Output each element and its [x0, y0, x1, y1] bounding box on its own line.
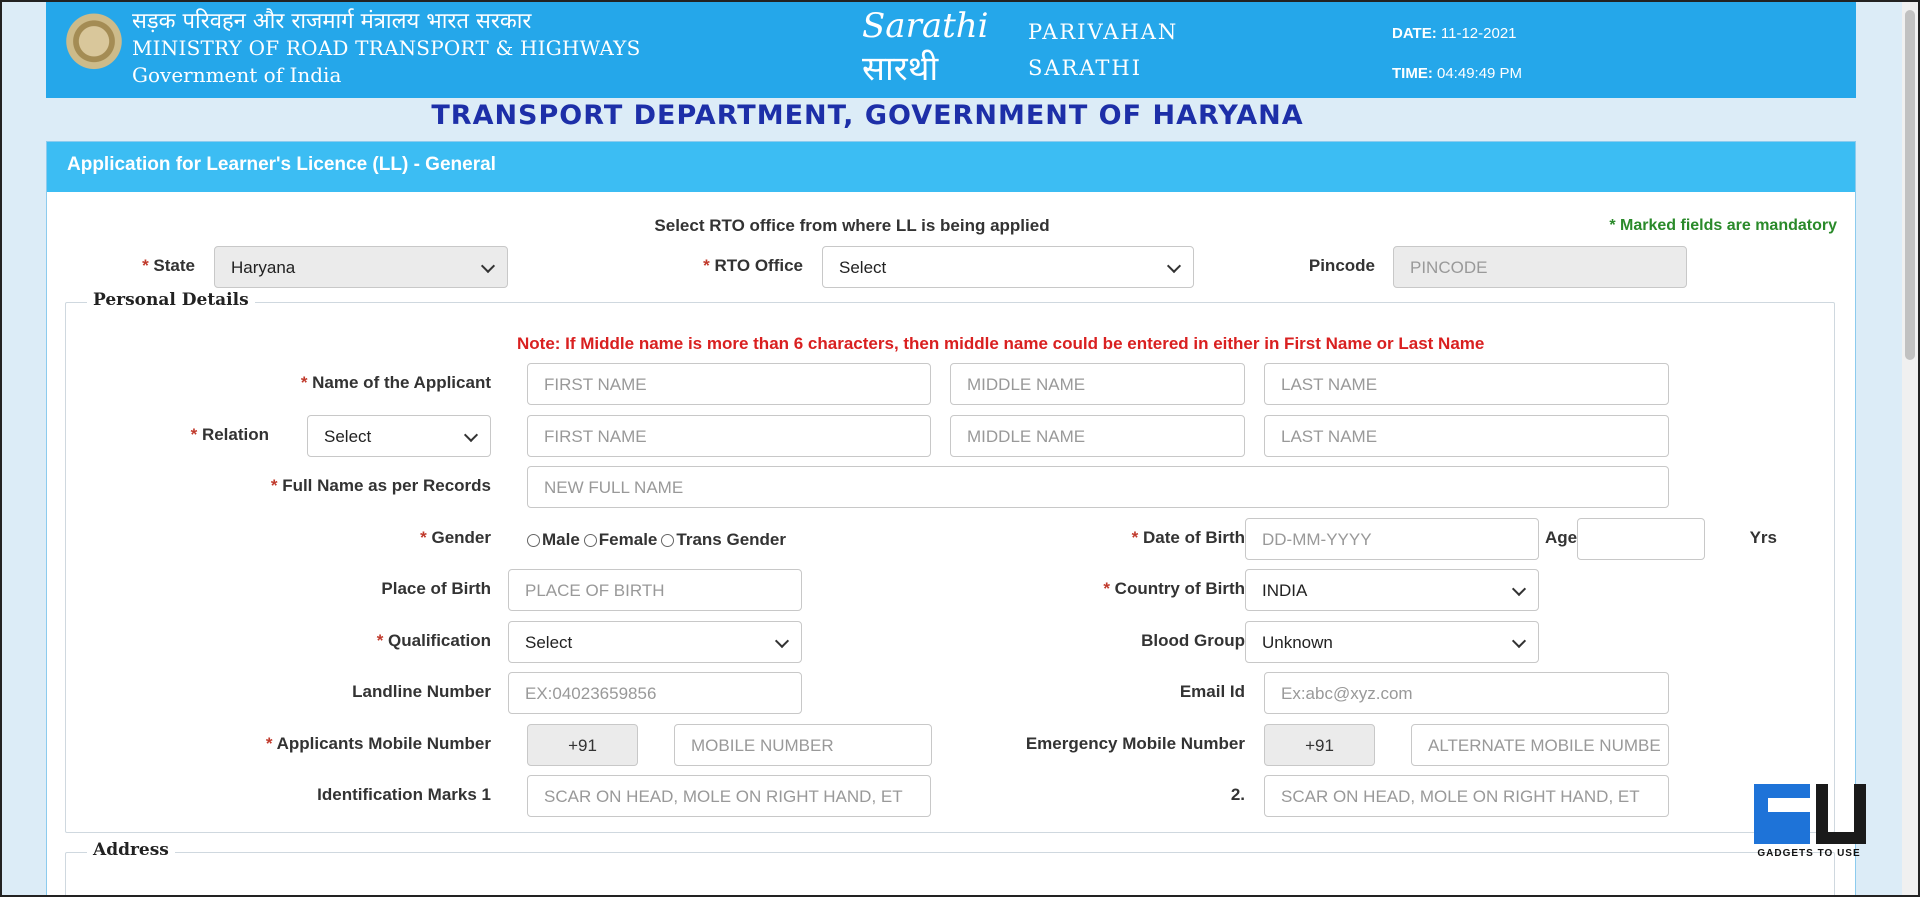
watermark-u-icon — [1816, 784, 1866, 844]
applicant-last-name[interactable]: LAST NAME — [1264, 363, 1669, 405]
applicant-middle-name[interactable]: MIDDLE NAME — [950, 363, 1245, 405]
place-of-birth-input[interactable]: PLACE OF BIRTH — [508, 569, 802, 611]
emergency-mobile-label: Emergency Mobile Number — [1025, 734, 1245, 753]
mobile-country-code: +91 — [527, 724, 638, 766]
dob-label: * Date of Birth — [1131, 528, 1245, 547]
relation-middle-name[interactable]: MIDDLE NAME — [950, 415, 1245, 457]
email-input[interactable]: Ex:abc@xyz.com — [1264, 672, 1669, 714]
qualification-select[interactable]: Select — [508, 621, 802, 663]
relation-last-name[interactable]: LAST NAME — [1264, 415, 1669, 457]
pincode-label: Pincode — [1308, 256, 1375, 275]
gadgets-to-use-watermark: GADGETS TO USE — [1750, 784, 1868, 864]
relation-first-name[interactable]: FIRST NAME — [527, 415, 931, 457]
site-header: सड़क परिवहन और राजमार्ग मंत्रालय भारत सर… — [46, 2, 1856, 98]
emergency-country-code: +91 — [1264, 724, 1375, 766]
sarathi-logo: Sarathi सारथी — [862, 6, 1022, 89]
relation-select[interactable]: Select — [307, 415, 491, 457]
age-input[interactable] — [1577, 518, 1705, 560]
applicant-first-name[interactable]: FIRST NAME — [527, 363, 931, 405]
blood-group-select[interactable]: Unknown — [1245, 621, 1539, 663]
radio-button-icon[interactable] — [661, 533, 675, 547]
date-value: 11-12-2021 — [1440, 25, 1517, 42]
sarathi-logo-english: Sarathi — [862, 6, 989, 46]
rto-office-select[interactable]: Select — [822, 246, 1194, 288]
state-label: * State — [142, 256, 195, 275]
landline-input[interactable]: EX:04023659856 — [508, 672, 802, 714]
application-panel: Application for Learner's Licence (LL) -… — [46, 141, 1856, 897]
identification-marks-2-label: 2. — [1230, 785, 1245, 804]
radio-button-icon[interactable] — [583, 533, 597, 547]
full-name-input[interactable]: NEW FULL NAME — [527, 466, 1669, 508]
country-of-birth-select[interactable]: INDIA — [1245, 569, 1539, 611]
gender-option-female[interactable]: Female — [583, 530, 657, 550]
emergency-mobile-input[interactable]: ALTERNATE MOBILE NUMBE — [1411, 724, 1669, 766]
page-scrollbar[interactable] — [1902, 2, 1918, 895]
ministry-block: सड़क परिवहन और राजमार्ग मंत्रालय भारत सर… — [132, 8, 640, 89]
panel-title: Application for Learner's Licence (LL) -… — [47, 142, 1855, 192]
gender-option-male[interactable]: Male — [527, 530, 580, 550]
brand-text: PARIVAHAN SARATHI — [1028, 14, 1178, 86]
personal-details-legend: Personal Details — [87, 290, 255, 310]
brand-line-2: SARATHI — [1028, 56, 1142, 80]
mobile-number-input[interactable]: MOBILE NUMBER — [674, 724, 932, 766]
age-label: Age — [1545, 528, 1578, 547]
address-fieldset — [65, 852, 1835, 897]
rto-office-label: * RTO Office — [703, 256, 803, 275]
date-label: DATE: — [1392, 25, 1437, 42]
brand-line-1: PARIVAHAN — [1028, 20, 1179, 44]
time-value: 04:49:49 PM — [1437, 65, 1523, 82]
identification-marks-1-input[interactable]: SCAR ON HEAD, MOLE ON RIGHT HAND, ET — [527, 775, 931, 817]
pincode-input[interactable]: PINCODE — [1393, 246, 1687, 288]
place-of-birth-label: Place of Birth — [381, 579, 491, 598]
national-emblem-icon — [64, 6, 124, 90]
radio-button-icon[interactable] — [527, 533, 540, 547]
dob-input[interactable]: DD-MM-YYYY — [1245, 518, 1539, 560]
scrollbar-thumb[interactable] — [1905, 10, 1915, 360]
address-legend: Address — [87, 840, 175, 860]
mobile-label: * Applicants Mobile Number — [265, 734, 491, 753]
time-label: TIME: — [1392, 65, 1433, 82]
identification-marks-2-input[interactable]: SCAR ON HEAD, MOLE ON RIGHT HAND, ET — [1264, 775, 1669, 817]
mandatory-note: * Marked fields are mandatory — [1609, 217, 1837, 234]
full-name-label: * Full Name as per Records — [270, 476, 491, 495]
gender-label: * Gender — [420, 528, 491, 547]
applicant-name-label: * Name of the Applicant — [300, 373, 491, 392]
gender-option-trans[interactable]: Trans Gender — [661, 530, 786, 550]
government-of-india: Government of India — [132, 63, 342, 87]
blood-group-label: Blood Group — [1141, 631, 1245, 650]
ministry-hindi: सड़क परिवहन और राजमार्ग मंत्रालय भारत सर… — [132, 9, 532, 34]
identification-marks-1-label: Identification Marks 1 — [317, 785, 491, 804]
state-select[interactable]: Haryana — [214, 246, 508, 288]
country-of-birth-label: * Country of Birth — [1103, 579, 1245, 598]
email-label: Email Id — [1179, 682, 1245, 701]
watermark-text: GADGETS TO USE — [1757, 848, 1861, 859]
yrs-label: Yrs — [1749, 528, 1777, 547]
ministry-english: MINISTRY OF ROAD TRANSPORT & HIGHWAYS — [132, 36, 641, 60]
department-title: TRANSPORT DEPARTMENT, GOVERNMENT OF HARY… — [431, 100, 1304, 131]
gender-radio-group: Male Female Trans Gender — [527, 530, 790, 550]
rto-instruction: Select RTO office from where LL is being… — [654, 216, 1050, 235]
landline-label: Landline Number — [352, 682, 491, 701]
sarathi-logo-hindi: सारथी — [862, 49, 939, 89]
date-time-block: DATE: 11-12-2021 TIME: 04:49:49 PM — [1392, 14, 1522, 94]
watermark-g-icon — [1754, 784, 1810, 844]
middle-name-note: Note: If Middle name is more than 6 char… — [517, 334, 1485, 353]
qualification-label: * Qualification — [376, 631, 491, 650]
relation-label: * Relation — [190, 425, 269, 444]
